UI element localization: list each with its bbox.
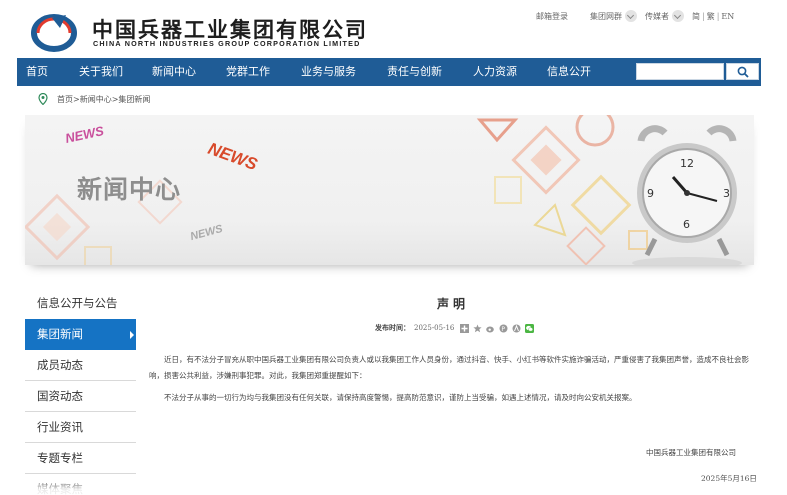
site-header: 中国兵器工业集团有限公司 CHINA NORTH INDUSTRIES GROU… xyxy=(0,0,787,58)
chevron-down-icon xyxy=(672,10,684,22)
sidebar-item-topics[interactable]: 专题专栏 xyxy=(25,443,136,474)
breadcrumb-separator: > xyxy=(111,94,119,104)
nav-responsibility[interactable]: 责任与创新 xyxy=(387,58,442,86)
sidebar-item-sasac-news[interactable]: 国资动态 xyxy=(25,381,136,412)
location-pin-icon xyxy=(38,93,48,105)
chevron-down-icon xyxy=(625,10,637,22)
article-signature: 中国兵器工业集团有限公司 xyxy=(646,448,736,457)
nav-hr[interactable]: 人力资源 xyxy=(473,58,517,86)
main-nav: 首页 关于我们 新闻中心 党群工作 业务与服务 责任与创新 人力资源 信息公开 xyxy=(17,58,761,86)
wechat-icon[interactable] xyxy=(525,323,535,333)
breadcrumb-news[interactable]: 新闻中心 xyxy=(80,94,112,105)
sidebar-item-industry[interactable]: 行业资讯 xyxy=(25,412,136,443)
article-paragraph: 不法分子从事的一切行为均与我集团没有任何关联，请保持高度警惕，提高防范意识，谨防… xyxy=(164,393,637,402)
svg-text:9: 9 xyxy=(647,187,654,200)
sidebar-menu: 信息公开与公告 集团新闻 成员动态 国资动态 行业资讯 专题专栏 媒体聚焦 xyxy=(25,288,136,495)
media-label: 传媒者 xyxy=(645,11,669,21)
breadcrumb-separator: > xyxy=(73,94,80,104)
mail-login-link[interactable]: 邮箱登录 xyxy=(536,11,568,22)
publish-date: 2025-05-16 xyxy=(414,324,455,332)
top-links: 邮箱登录 集团网群 传媒者 简 | 繁 | EN xyxy=(536,10,734,22)
alarm-clock-icon: 12 3 6 9 xyxy=(632,125,742,265)
favorite-star-icon[interactable] xyxy=(473,324,482,333)
sidebar-item-member-news[interactable]: 成员动态 xyxy=(25,350,136,381)
breadcrumb: 首页 > 新闻中心 > 集团新闻 xyxy=(38,93,150,105)
sidebar-item-disclosure[interactable]: 信息公开与公告 xyxy=(25,288,136,319)
renren-icon[interactable] xyxy=(512,324,521,333)
sidebar-item-group-news[interactable]: 集团新闻 xyxy=(25,319,136,350)
share-plus-icon[interactable] xyxy=(460,323,470,333)
banner-title: 新闻中心 xyxy=(77,175,182,204)
lang-traditional[interactable]: 繁 xyxy=(707,11,715,22)
lang-simplified[interactable]: 简 xyxy=(692,11,700,22)
nav-business[interactable]: 业务与服务 xyxy=(301,58,356,86)
breadcrumb-current: 集团新闻 xyxy=(118,94,151,104)
media-link[interactable]: 传媒者 xyxy=(645,10,684,22)
nav-party[interactable]: 党群工作 xyxy=(226,58,270,86)
nav-home[interactable]: 首页 xyxy=(26,58,48,86)
nav-about[interactable]: 关于我们 xyxy=(79,58,123,86)
article-sign-date: 2025年5月16日 xyxy=(701,474,757,483)
lang-divider: | xyxy=(716,11,720,21)
svg-text:12: 12 xyxy=(680,157,694,170)
group-site-label: 集团网群 xyxy=(590,11,622,21)
news-banner: 12 3 6 9 NEWS NEWS NEWS 新闻中心 xyxy=(25,115,754,265)
breadcrumb-home[interactable]: 首页 xyxy=(57,94,73,105)
lang-english[interactable]: EN xyxy=(721,12,734,21)
group-logo-icon[interactable] xyxy=(30,12,82,52)
svg-text:P: P xyxy=(502,326,506,333)
search-input[interactable] xyxy=(636,63,724,80)
svg-text:3: 3 xyxy=(723,187,730,200)
nav-disclosure[interactable]: 信息公开 xyxy=(547,58,591,86)
sidebar-item-media[interactable]: 媒体聚焦 xyxy=(25,474,136,495)
brand-name-en: CHINA NORTH INDUSTRIES GROUP CORPORATION… xyxy=(93,39,361,48)
article-paragraph: 近日，有不法分子冒充从职中国兵器工业集团有限公司负责人或以我集团工作人员身份，通… xyxy=(149,355,749,380)
search-button[interactable] xyxy=(726,63,759,80)
svg-text:6: 6 xyxy=(683,218,690,231)
publish-label: 发布时间： xyxy=(375,323,410,332)
qq-space-icon[interactable]: P xyxy=(499,324,508,333)
nav-news[interactable]: 新闻中心 xyxy=(152,58,196,86)
lang-divider: | xyxy=(702,11,705,21)
group-site-link[interactable]: 集团网群 xyxy=(590,10,637,22)
search-icon xyxy=(737,66,749,78)
weibo-icon[interactable] xyxy=(486,324,495,333)
article-title: 声明 xyxy=(437,297,470,311)
article-meta: 发布时间： 2025-05-16 P xyxy=(375,323,538,333)
